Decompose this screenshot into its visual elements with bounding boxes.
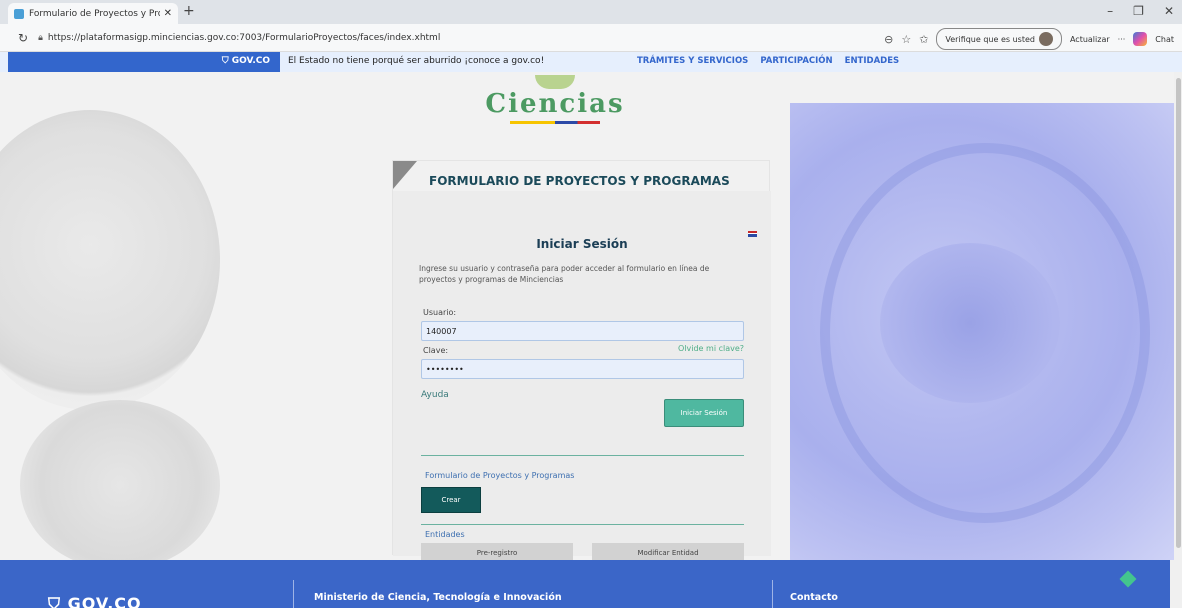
govco-bar: ⛉ GOV.CO El Estado no tiene porqué ser a… (0, 52, 1182, 72)
govco-logo-text: GOV.CO (231, 56, 270, 66)
zoom-icon[interactable]: ⊖ (884, 33, 893, 46)
tab-title: Formulario de Proyectos y Progra (29, 8, 160, 19)
login-title: Iniciar Sesión (536, 237, 628, 251)
footer-logo-text: GOV.CO (67, 594, 142, 608)
govco-nav: TRÁMITES Y SERVICIOS PARTICIPACIÓN ENTID… (637, 56, 899, 66)
minciencias-logo: Ciencias (430, 75, 680, 145)
tab-close-icon[interactable]: ✕ (164, 8, 172, 19)
entities-section-link[interactable]: Entidades (425, 530, 465, 539)
login-intro: Ingrese su usuario y contraseña para pod… (419, 264, 710, 284)
footer-divider (772, 580, 773, 608)
user-field[interactable]: 140007 (421, 321, 744, 341)
browser-tab-bar: Formulario de Proyectos y Progra ✕ + – ❐… (0, 0, 1182, 24)
lock-icon[interactable]: 🔒︎ (38, 33, 43, 43)
password-label: Clave: (423, 346, 449, 355)
login-button[interactable]: Iniciar Sesión (664, 399, 744, 427)
favorite-star-icon[interactable]: ☆ (901, 33, 911, 46)
new-tab-button[interactable]: + (183, 3, 195, 19)
back-to-top-icon[interactable] (1119, 570, 1137, 588)
more-menu-icon[interactable]: ··· (1118, 35, 1126, 44)
address-bar-actions: ⊖ ☆ ✩ Verifique que es usted Actualizar … (884, 28, 1174, 50)
footer-govco-logo[interactable]: ⛉ GOV.CO (48, 594, 142, 608)
flag-stripe (510, 121, 600, 124)
footer-ministry: Ministerio de Ciencia, Tecnología e Inno… (314, 592, 562, 603)
verify-label: Verifique que es usted (945, 34, 1035, 44)
footer-contact: Contacto (790, 592, 838, 603)
login-panel: FORMULARIO DE PROYECTOS Y PROGRAMAS Inic… (392, 160, 771, 563)
footer-scrollbar (1170, 560, 1182, 608)
reload-icon[interactable]: ↻ (18, 31, 28, 45)
close-window-button[interactable]: ✕ (1164, 4, 1174, 18)
govco-logo[interactable]: ⛉ GOV.CO (8, 52, 280, 72)
help-link[interactable]: Ayuda (421, 390, 449, 400)
nav-entidades[interactable]: ENTIDADES (845, 56, 900, 66)
footer: ⛉ GOV.CO Ministerio de Ciencia, Tecnolog… (0, 560, 1170, 608)
chat-button[interactable]: Chat (1155, 35, 1174, 44)
avatar (1038, 32, 1053, 46)
footer-divider (293, 580, 294, 608)
page-title: FORMULARIO DE PROYECTOS Y PROGRAMAS (429, 174, 730, 188)
url-text: https://plataformasigp.minciencias.gov.c… (47, 32, 441, 43)
nav-participacion[interactable]: PARTICIPACIÓN (760, 56, 832, 66)
url-field[interactable]: 🔒︎ https://plataformasigp.minciencias.go… (38, 33, 440, 43)
nav-tramites[interactable]: TRÁMITES Y SERVICIOS (637, 56, 748, 66)
favicon-icon (14, 8, 24, 19)
login-card: Iniciar Sesión Ingrese su usuario y cont… (393, 191, 771, 563)
update-button[interactable]: Actualizar (1070, 35, 1110, 44)
forgot-password-link[interactable]: Olvide mi clave? (678, 344, 744, 353)
form-section-link[interactable]: Formulario de Proyectos y Programas (425, 471, 574, 480)
favorites-list-icon[interactable]: ✩ (919, 33, 928, 46)
maximize-button[interactable]: ❐ (1133, 4, 1144, 18)
copilot-icon[interactable] (1133, 32, 1148, 46)
coin-image-right (790, 103, 1174, 560)
scrollbar-thumb[interactable] (1176, 78, 1181, 548)
divider (421, 455, 744, 456)
coin-relief (880, 243, 1060, 403)
govco-message: El Estado no tiene porqué ser aburrido ¡… (288, 56, 545, 66)
logo-text: Ciencias (485, 89, 625, 119)
verify-identity-button[interactable]: Verifique que es usted (936, 28, 1062, 50)
user-label: Usuario: (423, 308, 457, 317)
coat-of-arms-icon (535, 75, 575, 89)
coin-image-left-bottom (20, 400, 220, 570)
minimize-button[interactable]: – (1107, 4, 1113, 18)
window-controls: – ❐ ✕ (1107, 4, 1174, 18)
footer-shield-icon: ⛉ (48, 594, 62, 608)
create-button[interactable]: Crear (421, 487, 481, 513)
coin-image-left (0, 110, 220, 410)
corner-triangle-icon (393, 161, 417, 189)
divider (421, 524, 744, 525)
browser-tab[interactable]: Formulario de Proyectos y Progra ✕ (8, 3, 178, 24)
govco-shield-icon: ⛉ (221, 56, 229, 66)
password-field[interactable]: •••••••• (421, 359, 744, 379)
address-bar: ↻ 🔒︎ https://plataformasigp.minciencias.… (0, 24, 1182, 52)
